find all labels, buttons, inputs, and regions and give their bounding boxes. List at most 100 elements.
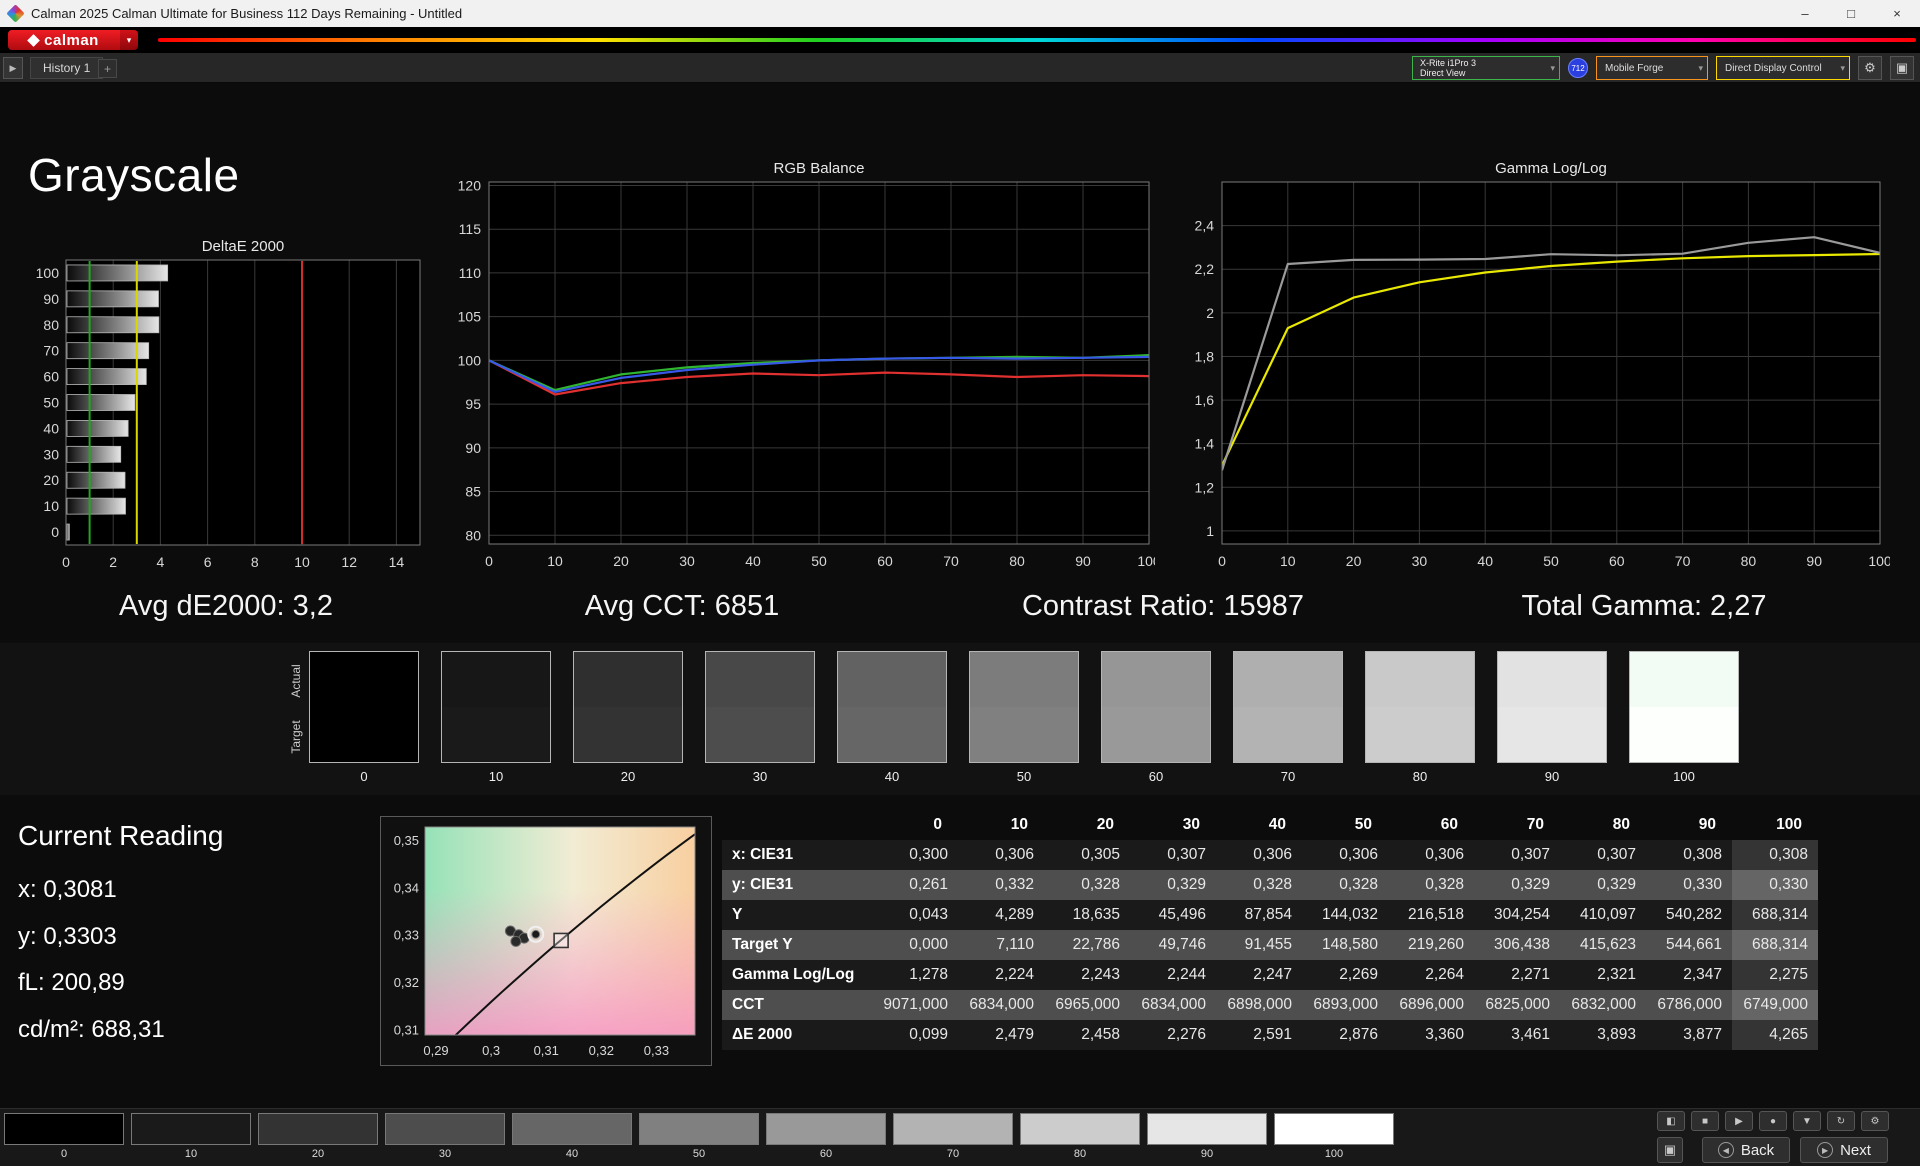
gamma-chart: Gamma Log/Log 0 10 20 30 40 50 60 70 80 90 100 1 1,2 1… [1172,158,1892,578]
patch-label: 90 [1200,1148,1214,1160]
history-panel-toggle[interactable]: ▶ [3,57,23,79]
patch-button-80[interactable]: 80 [1020,1113,1140,1163]
patch-color [1020,1113,1140,1145]
svg-text:Gamma Log/Log: Gamma Log/Log [1495,160,1607,177]
svg-text:90: 90 [43,291,59,307]
svg-text:80: 80 [1009,553,1025,569]
table-cell: 688,314 [1732,900,1818,930]
row-label: Y [732,906,743,923]
next-button[interactable]: ▶ Next [1800,1137,1888,1163]
patch-window-button[interactable]: ▣ [1657,1137,1683,1163]
table-row: Gamma Log/Log 1,278 2,224 2,243 2,244 2,247 2,… [722,960,1818,990]
swatch-target [1234,707,1342,762]
source-dropdown[interactable]: Mobile Forge ▾ [1596,56,1708,80]
svg-text:40: 40 [745,553,761,569]
patch-color [639,1113,759,1145]
table-cell: 0,328 [1081,876,1120,893]
patch-button-0[interactable]: 0 [4,1113,124,1163]
patch-button-70[interactable]: 70 [893,1113,1013,1163]
svg-text:80: 80 [465,527,481,543]
table-cell: 0,330 [1683,876,1722,893]
calman-window: Calman 2025 Calman Ultimate for Business… [0,0,1920,1166]
patch-color [1147,1113,1267,1145]
patch-button-10[interactable]: 10 [131,1113,251,1163]
svg-text:1,2: 1,2 [1195,479,1215,495]
main-menu-button[interactable]: ▾ [120,30,138,50]
avg-cct-stat: Avg CCT: 6851 [584,590,780,622]
swatch-label-100: 100 [1673,769,1695,784]
table-cell: 2,479 [995,1026,1034,1043]
table-cell: 304,254 [1493,906,1550,923]
display-control-dropdown[interactable]: Direct Display Control ▾ [1716,56,1850,80]
tab-history-1[interactable]: History 1 [30,57,104,79]
settings-gear-button[interactable]: ⚙ [1858,56,1882,80]
svg-text:95: 95 [465,396,481,412]
col-header-90: 90 [1698,816,1716,833]
table-cell: 3,893 [1597,1026,1636,1043]
table-cell: 0,306 [1339,846,1378,863]
patch-button-100[interactable]: 100 [1274,1113,1394,1163]
svg-text:105: 105 [458,309,482,325]
svg-text:0: 0 [485,553,493,569]
table-cell: 6898,000 [1227,996,1292,1013]
swatch-label-90: 90 [1544,769,1560,784]
patch-button-30[interactable]: 30 [385,1113,505,1163]
swatch-label-30: 30 [752,769,768,784]
avg-de2000-stat: Avg dE2000: 3,2 [119,590,333,622]
table-cell: 2,591 [1253,1026,1292,1043]
table-cell: 219,260 [1407,936,1464,953]
svg-text:90: 90 [1806,553,1822,569]
settings-button[interactable]: ⚙ [1861,1111,1889,1131]
swatch-label-60: 60 [1148,769,1164,784]
play-button[interactable]: ▶ [1725,1111,1753,1131]
swatch-label-0: 0 [360,769,368,784]
svg-text:50: 50 [811,553,827,569]
back-button[interactable]: ◀ Back [1702,1137,1790,1163]
svg-text:0: 0 [62,554,70,570]
svg-text:100: 100 [1868,553,1890,569]
results-table-grid: 0 10 20 30 40 50 60 70 80 90 100 x: CIE31 0,300 0,306… [722,810,1818,1050]
meter-dropdown[interactable]: X-Rite i1Pro 3 Direct View ▾ [1412,56,1560,80]
svg-text:1,6: 1,6 [1195,392,1215,408]
table-cell: 4,289 [995,906,1034,923]
swatch-actual [310,652,418,707]
swatch-actual [1498,652,1606,707]
grayscale-swatch-70 [1233,651,1343,763]
table-cell: 6965,000 [1055,996,1120,1013]
maximize-button[interactable]: □ [1828,0,1874,27]
svg-text:0,31: 0,31 [534,1043,559,1058]
svg-text:10: 10 [43,498,59,514]
minimize-button[interactable]: – [1782,0,1828,27]
close-button[interactable]: × [1874,0,1920,27]
record-button[interactable]: ● [1759,1111,1787,1131]
row-label: ΔE 2000 [732,1026,793,1043]
save-button[interactable]: ▼ [1793,1111,1821,1131]
table-cell: 3,877 [1683,1026,1722,1043]
table-row: Target Y 0,000 7,110 22,786 49,746 91,455 148,… [722,930,1818,960]
workspace-layout-button[interactable]: ▣ [1890,56,1914,80]
meter-profile-button[interactable]: ◧ [1657,1111,1685,1131]
table-cell: 688,314 [1732,930,1818,960]
patch-button-40[interactable]: 40 [512,1113,632,1163]
svg-text:RGB Balance: RGB Balance [774,160,865,177]
patch-button-50[interactable]: 50 [639,1113,759,1163]
patch-button-90[interactable]: 90 [1147,1113,1267,1163]
patch-label: 80 [1073,1148,1087,1160]
patch-color [4,1113,124,1145]
current-reading-fl: fL: 200,89 [18,969,125,996]
svg-text:80: 80 [1741,553,1757,569]
table-cell: 2,458 [1081,1026,1120,1043]
table-cell: 6896,000 [1399,996,1464,1013]
add-history-button[interactable]: + [98,59,117,78]
patch-button-20[interactable]: 20 [258,1113,378,1163]
continuous-read-button[interactable]: ↻ [1827,1111,1855,1131]
table-row: ΔE 2000 0,099 2,479 2,458 2,276 2,591 2,876 3,3… [722,1020,1818,1050]
patch-label: 60 [819,1148,833,1160]
patch-color [512,1113,632,1145]
svg-text:100: 100 [458,352,482,368]
calman-logo[interactable]: calman [8,30,120,50]
svg-text:80: 80 [43,317,59,333]
patch-button-60[interactable]: 60 [766,1113,886,1163]
stop-button[interactable]: ■ [1691,1111,1719,1131]
meter-name: X-Rite i1Pro 3 [1420,58,1477,68]
